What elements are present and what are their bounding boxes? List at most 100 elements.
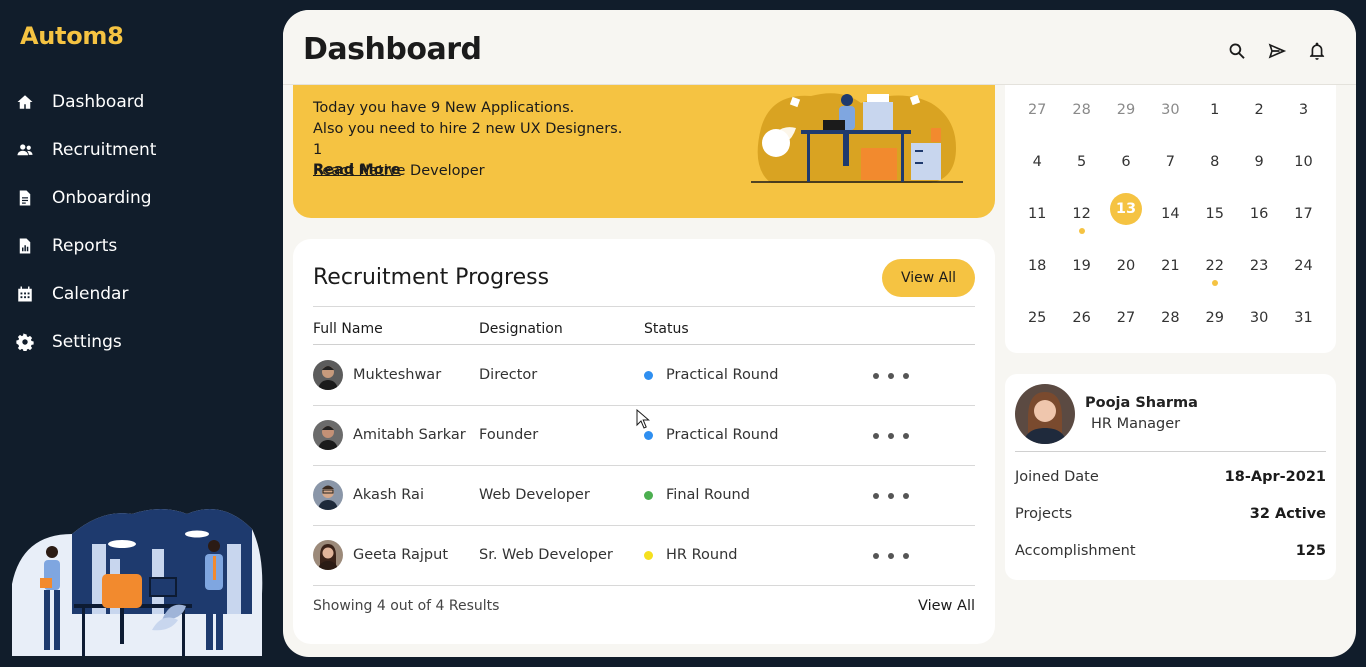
- results-count: Showing 4 out of 4 Results: [313, 598, 500, 614]
- calendar-day-number: 6: [1121, 154, 1131, 170]
- calendar-day[interactable]: 30: [1237, 293, 1281, 345]
- calendar-week: 25 26 27 28 29 30 31: [1015, 293, 1326, 345]
- calendar-day[interactable]: 23: [1237, 241, 1281, 293]
- calendar-day[interactable]: 29: [1193, 293, 1237, 345]
- status-dot: [644, 491, 653, 500]
- table-row[interactable]: Geeta Rajput Sr. Web Developer HR Round: [313, 526, 975, 586]
- calendar-day-number: 30: [1249, 310, 1269, 326]
- search-icon[interactable]: [1226, 40, 1248, 62]
- avatar: [313, 540, 343, 570]
- sidebar-item-calendar[interactable]: Calendar: [0, 270, 283, 318]
- sidebar-item-recruitment[interactable]: Recruitment: [0, 126, 283, 174]
- calendar-day-number: 26: [1072, 310, 1091, 326]
- calendar-day[interactable]: 20: [1104, 241, 1148, 293]
- calendar-day[interactable]: 30: [1148, 85, 1192, 137]
- sidebar-item-onboarding[interactable]: Onboarding: [0, 174, 283, 222]
- calendar-day-number: 15: [1205, 206, 1224, 222]
- banner-line: Also you need to hire 2 new UX Designers…: [313, 121, 623, 158]
- read-more-link[interactable]: Read More: [313, 162, 401, 178]
- table-row[interactable]: Mukteshwar Director Practical Round: [313, 346, 975, 406]
- table-header: Full Name Designation Status: [313, 321, 975, 345]
- calendar-day[interactable]: 7: [1148, 137, 1192, 189]
- avatar: [313, 480, 343, 510]
- calendar-day-number: 19: [1072, 258, 1091, 274]
- calendar-day-number: 22: [1205, 258, 1224, 274]
- more-options-icon[interactable]: [873, 368, 909, 384]
- calendar-day-number: 7: [1165, 154, 1175, 170]
- calendar-day[interactable]: 1: [1193, 85, 1237, 137]
- calendar-day[interactable]: 18: [1015, 241, 1059, 293]
- calendar-week: 11 12 13 14 15 16 17: [1015, 189, 1326, 241]
- calendar-day[interactable]: 3: [1281, 85, 1325, 137]
- calendar-widget: 27 28 29 30 1 2 3 4 5 6 7 8 9 10 11 12 13 14 15 16 17 18 19 20 2…: [1005, 50, 1336, 353]
- calendar-day[interactable]: 17: [1281, 189, 1325, 241]
- status-dot: [644, 371, 653, 380]
- card-title: Recruitment Progress: [313, 265, 550, 290]
- view-all-button[interactable]: View All: [882, 259, 975, 297]
- calendar-day[interactable]: 15: [1193, 189, 1237, 241]
- event-dot: [1211, 280, 1218, 286]
- calendar-day[interactable]: 27: [1015, 85, 1059, 137]
- home-icon: [16, 93, 34, 111]
- calendar-day[interactable]: 2: [1237, 85, 1281, 137]
- calendar-day[interactable]: 25: [1015, 293, 1059, 345]
- users-icon: [16, 141, 34, 159]
- more-options-icon[interactable]: [873, 548, 909, 564]
- report-icon: [16, 237, 34, 255]
- candidate-status: Practical Round: [666, 367, 779, 383]
- candidate-designation: Web Developer: [479, 487, 590, 503]
- sidebar-item-dashboard[interactable]: Dashboard: [0, 78, 283, 126]
- sidebar-item-label: Dashboard: [52, 92, 145, 112]
- calendar-day[interactable]: 28: [1059, 85, 1103, 137]
- calendar-day[interactable]: 10: [1281, 137, 1325, 189]
- joined-value: 18-Apr-2021: [1224, 469, 1326, 485]
- calendar-day[interactable]: 21: [1148, 241, 1192, 293]
- calendar-day-number: 28: [1072, 102, 1091, 118]
- more-options-icon[interactable]: [873, 428, 909, 444]
- column-header-status: Status: [644, 321, 689, 337]
- sidebar-item-label: Reports: [52, 236, 118, 256]
- sidebar-item-settings[interactable]: Settings: [0, 318, 283, 366]
- bell-icon[interactable]: [1306, 40, 1328, 62]
- calendar-grid: 27 28 29 30 1 2 3 4 5 6 7 8 9 10 11 12 13 14 15 16 17 18 19 20 2…: [1015, 85, 1326, 345]
- table-row[interactable]: Akash Rai Web Developer Final Round: [313, 466, 975, 526]
- calendar-day[interactable]: 12: [1059, 189, 1103, 241]
- calendar-day-today[interactable]: 13: [1104, 189, 1148, 241]
- calendar-day[interactable]: 29: [1104, 85, 1148, 137]
- avatar: [313, 420, 343, 450]
- calendar-day[interactable]: 4: [1015, 137, 1059, 189]
- calendar-day[interactable]: 31: [1281, 293, 1325, 345]
- calendar-icon: [16, 285, 34, 303]
- candidate-designation: Sr. Web Developer: [479, 547, 613, 563]
- candidate-name: Akash Rai: [353, 487, 424, 503]
- send-icon[interactable]: [1266, 40, 1288, 62]
- calendar-day[interactable]: 9: [1237, 137, 1281, 189]
- divider: [313, 306, 975, 307]
- calendar-day[interactable]: 22: [1193, 241, 1237, 293]
- sidebar-nav: Dashboard Recruitment Onboarding Reports…: [0, 78, 283, 366]
- status-dot: [644, 431, 653, 440]
- profile-name: Pooja Sharma: [1085, 395, 1198, 411]
- calendar-day-number: 2: [1254, 102, 1264, 118]
- more-options-icon[interactable]: [873, 488, 909, 504]
- projects-value: 32 Active: [1249, 506, 1326, 522]
- profile-role: HR Manager: [1091, 416, 1181, 432]
- view-all-link[interactable]: View All: [918, 598, 975, 614]
- calendar-day[interactable]: 5: [1059, 137, 1103, 189]
- candidate-status: Final Round: [666, 487, 750, 503]
- calendar-day-number: 13: [1109, 193, 1142, 225]
- calendar-day[interactable]: 14: [1148, 189, 1192, 241]
- calendar-day-number: 1: [1210, 102, 1220, 118]
- calendar-day[interactable]: 8: [1193, 137, 1237, 189]
- calendar-day[interactable]: 16: [1237, 189, 1281, 241]
- calendar-day[interactable]: 27: [1104, 293, 1148, 345]
- calendar-day[interactable]: 11: [1015, 189, 1059, 241]
- calendar-day[interactable]: 6: [1104, 137, 1148, 189]
- calendar-day[interactable]: 24: [1281, 241, 1325, 293]
- calendar-day[interactable]: 19: [1059, 241, 1103, 293]
- sidebar-item-reports[interactable]: Reports: [0, 222, 283, 270]
- calendar-day-number: 24: [1294, 258, 1313, 274]
- calendar-day[interactable]: 28: [1148, 293, 1192, 345]
- calendar-day[interactable]: 26: [1059, 293, 1103, 345]
- header-bar: Dashboard: [283, 10, 1356, 85]
